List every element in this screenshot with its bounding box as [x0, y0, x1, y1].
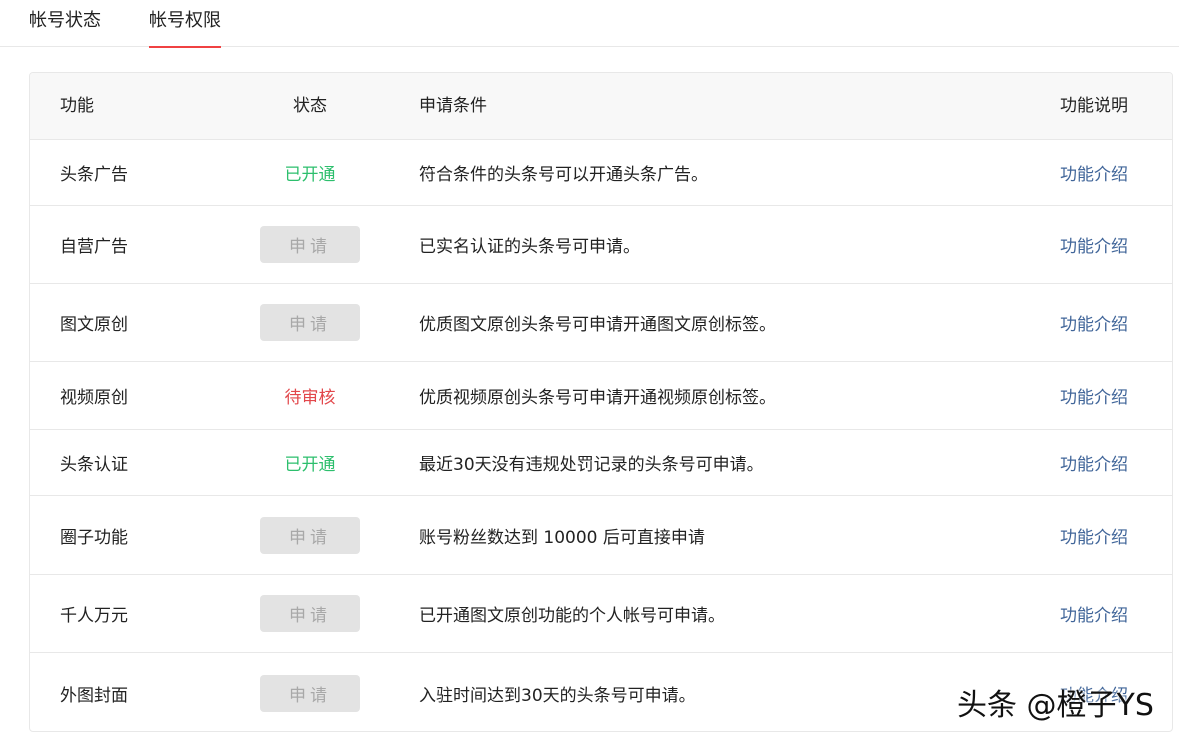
table-header: 功能 状态 申请条件 功能说明 [30, 73, 1172, 140]
apply-button[interactable]: 申请 [260, 674, 360, 712]
table-row: 千人万元 申请 已开通图文原创功能的个人帐号可申请。 功能介绍 [30, 575, 1172, 653]
apply-button[interactable]: 申请 [260, 226, 360, 263]
status-cell: 申请 [260, 206, 360, 283]
tab-account-status[interactable]: 帐号状态 [29, 0, 101, 47]
function-name: 外图封面 [60, 685, 128, 706]
function-intro-link[interactable]: 功能介绍 [1060, 430, 1128, 495]
status-opened: 已开通 [284, 455, 336, 475]
function-name: 自营广告 [60, 237, 128, 257]
header-condition: 申请条件 [419, 96, 487, 116]
apply-condition: 已实名认证的头条号可申请。 [419, 237, 640, 257]
status-pending: 待审核 [284, 388, 336, 408]
function-intro-link[interactable]: 功能介绍 [1060, 284, 1128, 361]
status-cell: 申请 [260, 653, 360, 731]
apply-condition: 优质视频原创头条号可申请开通视频原创标签。 [419, 388, 776, 408]
table-row: 视频原创 待审核 优质视频原创头条号可申请开通视频原创标签。 功能介绍 [30, 362, 1172, 430]
apply-condition: 账号粉丝数达到 10000 后可直接申请 [419, 527, 705, 548]
apply-condition: 已开通图文原创功能的个人帐号可申请。 [419, 606, 725, 626]
function-intro-link[interactable]: 功能介绍 [1060, 362, 1128, 429]
function-name: 千人万元 [60, 606, 128, 626]
status-cell: 申请 [260, 284, 360, 361]
function-intro-link[interactable]: 功能介绍 [1060, 496, 1128, 574]
function-name: 视频原创 [60, 388, 128, 408]
function-intro-link[interactable]: 功能介绍 [1060, 140, 1128, 205]
function-name: 圈子功能 [60, 527, 128, 548]
function-intro-link[interactable]: 功能介绍 [1060, 575, 1128, 652]
apply-condition: 优质图文原创头条号可申请开通图文原创标签。 [419, 315, 776, 335]
apply-button[interactable]: 申请 [260, 516, 360, 554]
header-function: 功能 [60, 96, 94, 116]
table-row: 头条认证 已开通 最近30天没有违规处罚记录的头条号可申请。 功能介绍 [30, 430, 1172, 496]
status-cell: 申请 [260, 575, 360, 652]
tab-bar: 帐号状态 帐号权限 [0, 0, 1179, 48]
tab-account-permissions[interactable]: 帐号权限 [149, 0, 221, 48]
table-row: 图文原创 申请 优质图文原创头条号可申请开通图文原创标签。 功能介绍 [30, 284, 1172, 362]
permissions-table: 功能 状态 申请条件 功能说明 头条广告 已开通 符合条件的头条号可以开通头条广… [29, 72, 1173, 732]
table-row: 自营广告 申请 已实名认证的头条号可申请。 功能介绍 [30, 206, 1172, 284]
apply-condition: 最近30天没有违规处罚记录的头条号可申请。 [419, 455, 764, 475]
function-name: 图文原创 [60, 315, 128, 335]
function-intro-link[interactable]: 功能介绍 [1060, 206, 1128, 283]
function-name: 头条广告 [60, 165, 128, 185]
header-description: 功能说明 [1060, 96, 1128, 116]
status-cell: 申请 [260, 496, 360, 574]
table-row: 圈子功能 申请 账号粉丝数达到 10000 后可直接申请 功能介绍 [30, 496, 1172, 575]
apply-button[interactable]: 申请 [260, 595, 360, 632]
apply-condition: 入驻时间达到30天的头条号可申请。 [419, 685, 696, 706]
status-opened: 已开通 [284, 165, 336, 185]
function-name: 头条认证 [60, 455, 128, 475]
apply-button[interactable]: 申请 [260, 304, 360, 341]
header-status: 状态 [293, 96, 327, 116]
apply-condition: 符合条件的头条号可以开通头条广告。 [419, 165, 708, 185]
watermark: 头条 @橙子YS [957, 688, 1154, 723]
table-row: 头条广告 已开通 符合条件的头条号可以开通头条广告。 功能介绍 [30, 140, 1172, 206]
